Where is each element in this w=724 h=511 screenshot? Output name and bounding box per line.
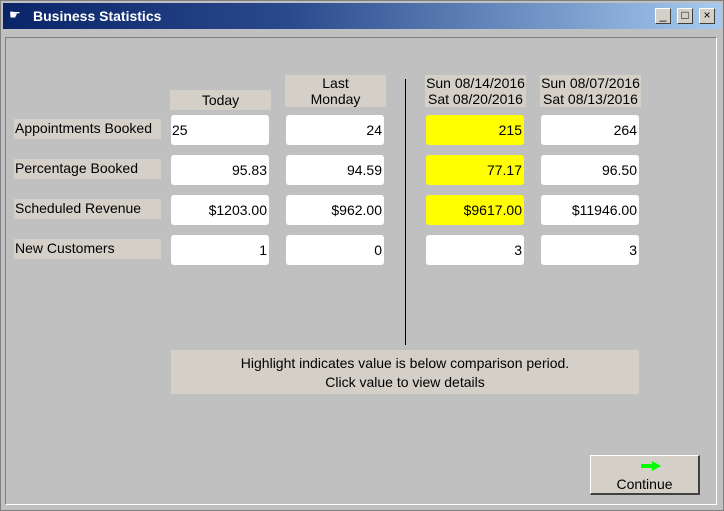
- close-button[interactable]: ×: [699, 8, 715, 24]
- column-header-today: Today: [170, 90, 271, 110]
- column-header-previous-week: Sun 08/07/2016 Sat 08/13/2016: [540, 75, 641, 107]
- row-label-new-customers: New Customers: [14, 239, 161, 259]
- value-appointments-previous-week[interactable]: 264: [541, 115, 639, 145]
- business-statistics-window: ☛ Business Statistics _ □ × Today Last M…: [0, 0, 724, 511]
- value-percentage-today[interactable]: 95.83: [171, 155, 269, 185]
- value-new-customers-current-week[interactable]: 3: [426, 235, 524, 265]
- value-appointments-current-week[interactable]: 215: [426, 115, 524, 145]
- row-label-percentage-booked: Percentage Booked: [14, 159, 161, 179]
- value-new-customers-previous-week[interactable]: 3: [541, 235, 639, 265]
- row-label-scheduled-revenue: Scheduled Revenue: [14, 199, 161, 219]
- note-line-2: Click value to view details: [325, 374, 485, 390]
- value-new-customers-today[interactable]: 1: [171, 235, 269, 265]
- column-header-current-week: Sun 08/14/2016 Sat 08/20/2016: [425, 75, 526, 107]
- value-revenue-current-week[interactable]: $9617.00: [426, 195, 524, 225]
- minimize-button[interactable]: _: [655, 8, 671, 24]
- value-revenue-last-monday[interactable]: $962.00: [286, 195, 384, 225]
- row-label-appointments-booked: Appointments Booked: [14, 119, 161, 139]
- column-header-last-monday: Last Monday: [285, 75, 386, 107]
- content-panel: [5, 37, 717, 505]
- value-new-customers-last-monday[interactable]: 0: [286, 235, 384, 265]
- info-note: Highlight indicates value is below compa…: [171, 350, 639, 394]
- value-appointments-last-monday[interactable]: 24: [286, 115, 384, 145]
- window-title: Business Statistics: [33, 8, 162, 24]
- value-percentage-current-week[interactable]: 77.17: [426, 155, 524, 185]
- value-percentage-last-monday[interactable]: 94.59: [286, 155, 384, 185]
- green-arrow-icon: [641, 461, 661, 471]
- continue-button[interactable]: Continue: [590, 455, 700, 495]
- value-revenue-previous-week[interactable]: $11946.00: [541, 195, 639, 225]
- title-bar: ☛ Business Statistics _ □ ×: [3, 3, 721, 29]
- value-percentage-previous-week[interactable]: 96.50: [541, 155, 639, 185]
- period-divider: [405, 79, 406, 345]
- maximize-button[interactable]: □: [677, 8, 693, 24]
- value-appointments-today[interactable]: 25: [171, 115, 269, 145]
- note-line-1: Highlight indicates value is below compa…: [240, 355, 570, 371]
- continue-button-label: Continue: [616, 476, 673, 492]
- value-revenue-today[interactable]: $1203.00: [171, 195, 269, 225]
- hand-pointer-icon: ☛: [9, 7, 21, 22]
